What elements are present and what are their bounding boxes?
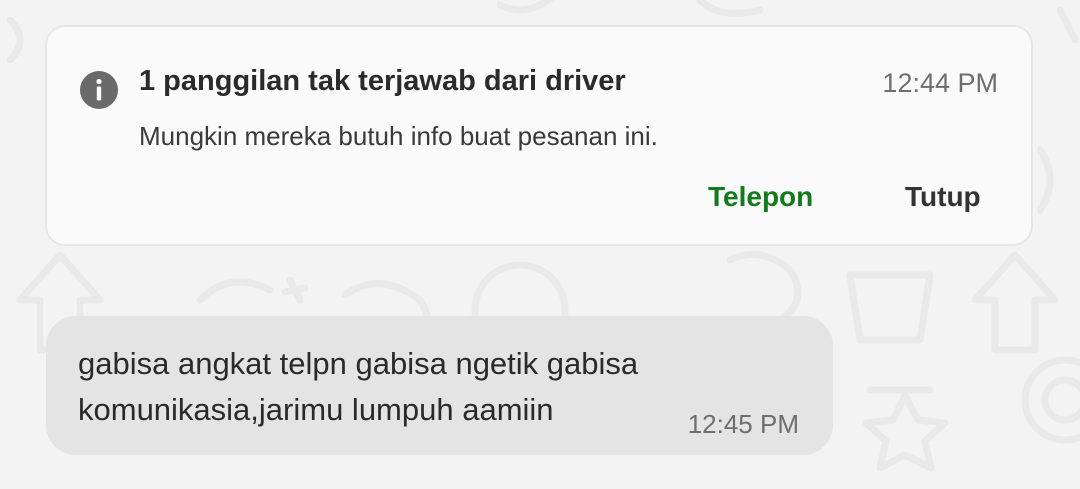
message-timestamp: 12:45 PM [687,409,799,439]
notification-timestamp: 12:44 PM [882,68,998,98]
notification-description: Mungkin mereka butuh info buat pesanan i… [139,121,658,151]
missed-call-notification: 1 panggilan tak terjawab dari driver 12:… [45,25,1033,246]
close-button[interactable]: Tutup [905,181,981,213]
notification-title: 1 panggilan tak terjawab dari driver [139,65,626,97]
incoming-message-bubble[interactable]: gabisa angkat telpn gabisa ngetik gabisa… [46,316,833,455]
info-icon [80,71,118,109]
call-button[interactable]: Telepon [708,181,813,213]
message-text: gabisa angkat telpn gabisa ngetik gabisa… [78,346,639,427]
